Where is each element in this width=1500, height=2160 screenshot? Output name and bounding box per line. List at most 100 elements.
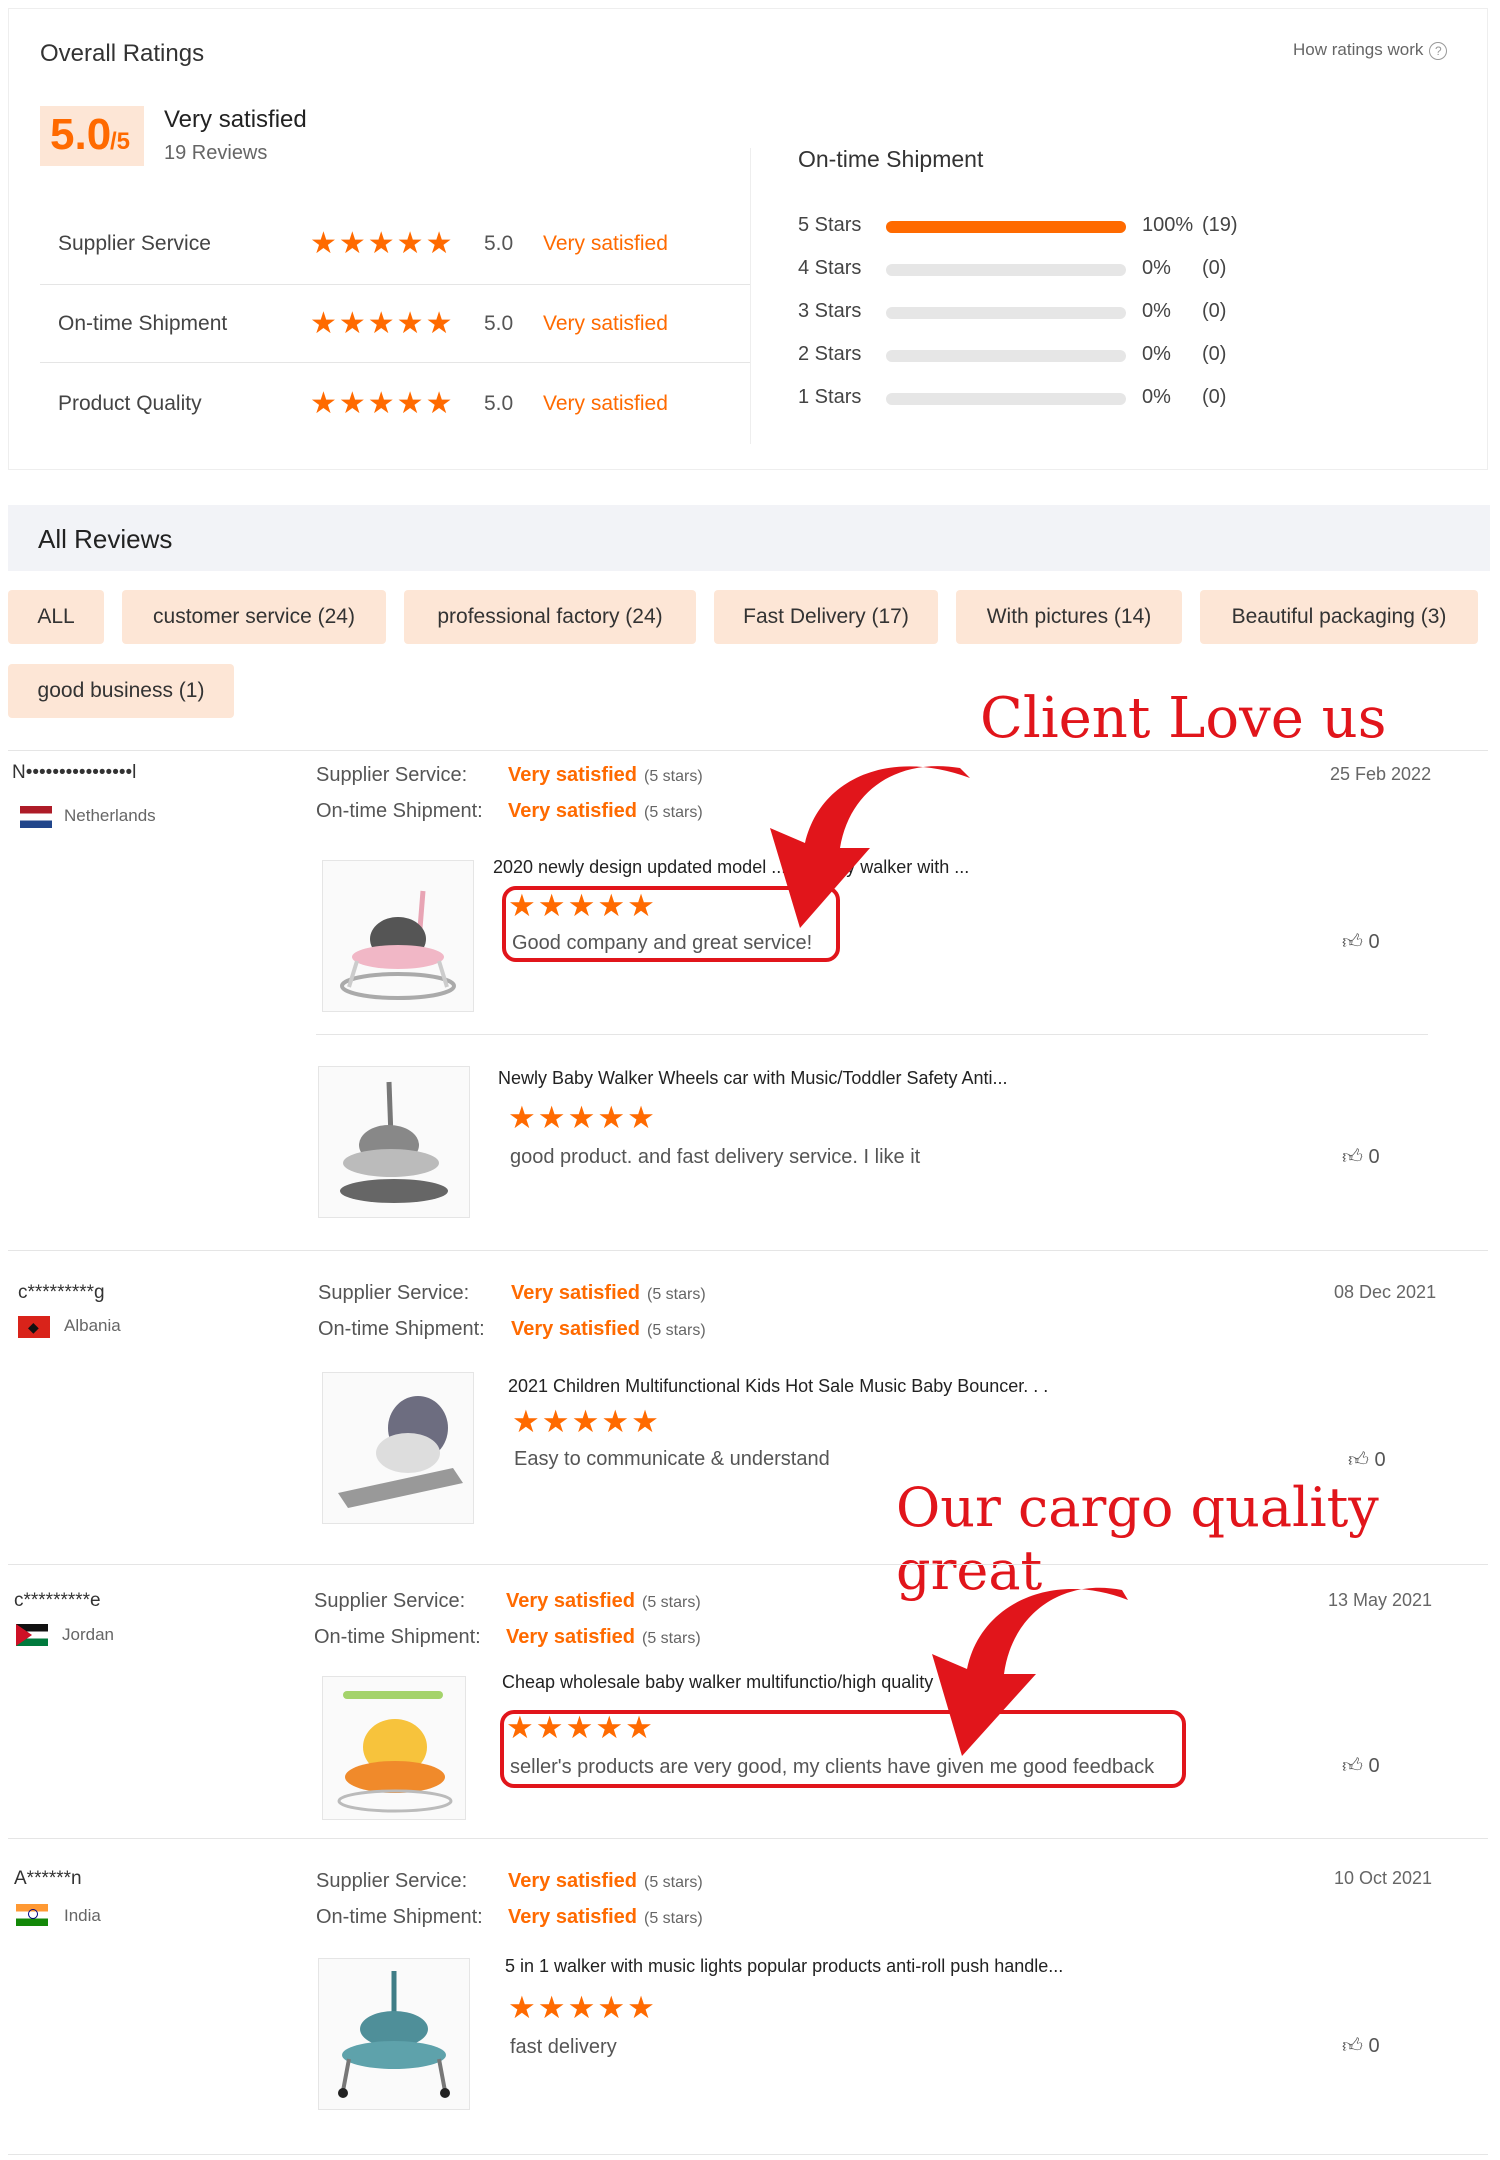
reviewer-name: c*********e — [14, 1590, 101, 1611]
breakdown-percent: 100% — [1142, 214, 1194, 236]
shipment-status: Very satisfied — [508, 800, 637, 822]
reviews-bottom-divider — [8, 2154, 1488, 2155]
product-thumbnail[interactable] — [318, 1958, 470, 2110]
reviewer-name: c*********g — [18, 1282, 105, 1303]
breakdown-count: (19) — [1202, 214, 1238, 236]
product-title[interactable]: Newly Baby Walker Wheels car with Music/… — [498, 1068, 1008, 1089]
red-arrow-icon — [770, 766, 970, 928]
breakdown-count: (0) — [1202, 257, 1227, 279]
review-divider — [8, 1838, 1488, 1839]
like-button[interactable]: 👍︎ 0 — [1348, 1448, 1386, 1472]
baby-walker-image — [337, 1691, 453, 1813]
breakdown-percent: 0% — [1142, 257, 1171, 279]
review-divider — [8, 1250, 1488, 1251]
product-thumbnail[interactable] — [322, 1676, 466, 1820]
review-date: 10 Oct 2021 — [1334, 1868, 1433, 1888]
overall-score-badge: 5.0 /5 — [40, 106, 144, 166]
supplier-service-stars-count: (5 stars) — [644, 1874, 703, 1891]
review-date: 08 Dec 2021 — [1334, 1282, 1437, 1302]
item-divider — [316, 1034, 1428, 1035]
review-date: 25 Feb 2022 — [1330, 764, 1432, 784]
reviewer-name: N••••••••••••••••l — [12, 762, 137, 783]
all-reviews-header: All Reviews — [8, 505, 1490, 571]
reviewer-country: India — [64, 1906, 101, 1925]
question-icon: ? — [1429, 41, 1448, 60]
india-flag-icon — [16, 1904, 48, 1926]
thumbs-up-icon: 👍︎ — [1342, 931, 1363, 953]
product-thumbnail[interactable] — [318, 1066, 470, 1218]
baby-walker-image — [338, 1971, 450, 2098]
supplier-service-label: Supplier Service: — [318, 1282, 470, 1304]
shipment-label: On-time Shipment: — [318, 1318, 485, 1340]
supplier-service-stars-count: (5 stars) — [644, 768, 703, 785]
client-love-annotation: Client Love us — [980, 686, 1387, 751]
reviewer-country: Netherlands — [64, 806, 156, 825]
supplier-service-label: Supplier Service: — [316, 1870, 468, 1892]
review-date: 13 May 2021 — [1328, 1590, 1433, 1610]
tag-customer-service[interactable]: customer service (24) — [122, 590, 386, 644]
like-count: 0 — [1368, 2035, 1380, 2057]
review-comment: fast delivery — [510, 2036, 617, 2058]
product-title[interactable]: Cheap wholesale baby walker multifunctio… — [502, 1672, 933, 1693]
review-stars: ★★★★★ — [508, 1990, 657, 2025]
tag-professional-factory[interactable]: professional factory (24) — [404, 590, 696, 644]
reviewer-country: Jordan — [62, 1625, 114, 1644]
on-time-shipment-status: Very satisfied — [543, 312, 668, 335]
tag-beautiful-packaging[interactable]: Beautiful packaging (3) — [1200, 590, 1478, 644]
like-count: 0 — [1368, 931, 1380, 953]
breakdown-count: (0) — [1202, 343, 1227, 365]
ratings-row-divider — [40, 284, 750, 285]
product-title[interactable]: 5 in 1 walker with music lights popular … — [505, 1956, 1063, 1977]
product-thumbnail[interactable] — [322, 860, 474, 1012]
breakdown-percent: 0% — [1142, 386, 1171, 408]
supplier-service-status: Very satisfied — [508, 764, 637, 786]
like-count: 0 — [1368, 1755, 1380, 1777]
like-button[interactable]: 👍︎ 0 — [1342, 1754, 1380, 1778]
baby-walker-image — [340, 1081, 448, 1203]
baby-bouncer-image — [338, 1396, 463, 1508]
breakdown-label: 1 Stars — [798, 386, 862, 408]
like-button[interactable]: 👍︎ 0 — [1342, 1145, 1380, 1169]
thumbs-up-icon: 👍︎ — [1342, 1755, 1363, 1777]
tag-fast-delivery[interactable]: Fast Delivery (17) — [714, 590, 938, 644]
shipment-status: Very satisfied — [506, 1626, 635, 1648]
breakdown-count: (0) — [1202, 300, 1227, 322]
reviewer-name: A******n — [14, 1868, 82, 1889]
breakdown-bar-track — [886, 221, 1126, 233]
breakdown-bar-track — [886, 393, 1126, 405]
tag-good-business[interactable]: good business (1) — [8, 664, 234, 718]
how-ratings-work-link[interactable]: How ratings work? — [1293, 40, 1448, 60]
product-quality-label: Product Quality — [58, 392, 202, 415]
breakdown-label: 4 Stars — [798, 257, 862, 279]
tag-all[interactable]: ALL — [8, 590, 104, 644]
breakdown-title: On-time Shipment — [798, 146, 984, 172]
like-button[interactable]: 👍︎ 0 — [1342, 930, 1380, 954]
breakdown-bar-fill — [886, 221, 1126, 233]
shipment-stars-count: (5 stars) — [647, 1322, 706, 1339]
supplier-service-label: Supplier Service — [58, 232, 211, 255]
ratings-column-divider — [750, 148, 751, 444]
product-title[interactable]: 2021 Children Multifunctional Kids Hot S… — [508, 1376, 1048, 1397]
product-quality-score: 5.0 — [484, 392, 514, 415]
ratings-title: Overall Ratings — [40, 40, 205, 67]
review-stars: ★★★★★ — [512, 1404, 661, 1439]
shipment-stars-count: (5 stars) — [644, 804, 703, 821]
thumbs-up-icon: 👍︎ — [1342, 1146, 1363, 1168]
review-stars: ★★★★★ — [508, 1100, 657, 1135]
on-time-shipment-score: 5.0 — [484, 312, 514, 335]
like-count: 0 — [1374, 1449, 1386, 1471]
supplier-service-status: Very satisfied — [508, 1870, 637, 1892]
shipment-status: Very satisfied — [508, 1906, 637, 1928]
netherlands-flag-icon — [20, 806, 52, 828]
shipment-stars-count: (5 stars) — [642, 1630, 701, 1647]
breakdown-bar-track — [886, 350, 1126, 362]
on-time-shipment-label: On-time Shipment — [58, 312, 228, 335]
product-thumbnail[interactable] — [322, 1372, 474, 1524]
red-arrow-icon — [932, 1587, 1128, 1756]
review-comment: Easy to communicate & understand — [514, 1448, 830, 1470]
tag-with-pictures[interactable]: With pictures (14) — [956, 590, 1182, 644]
supplier-service-status: Very satisfied — [511, 1282, 640, 1304]
breakdown-label: 5 Stars — [798, 214, 862, 236]
breakdown-label: 3 Stars — [798, 300, 862, 322]
like-button[interactable]: 👍︎ 0 — [1342, 2034, 1380, 2058]
